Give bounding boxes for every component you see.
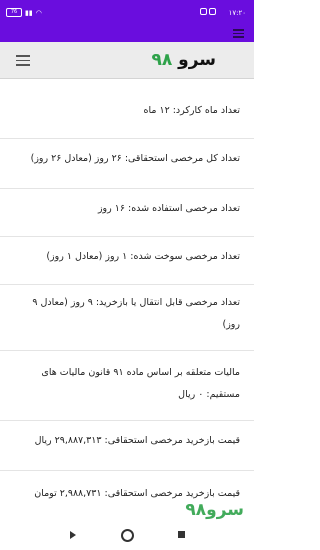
status-left-icons: 76 ▮▮ ◠ — [6, 8, 42, 17]
divider — [0, 470, 254, 471]
app-notification-icon — [209, 8, 216, 15]
app-notification-icon — [200, 8, 207, 15]
result-list: تعداد ماه کارکرد: ۱۲ ماه تعداد کل مرخصی … — [0, 80, 254, 520]
battery-icon: 76 — [6, 8, 22, 17]
notification-icons — [200, 8, 216, 15]
hamburger-menu-icon[interactable] — [16, 55, 30, 69]
status-time: ۱۷:۲۰ — [228, 9, 246, 17]
list-item: قیمت بازخرید مرخصی استحقاقی: ۲۹,۸۸۷,۳۱۳ … — [34, 435, 240, 446]
wifi-icon: ◠ — [35, 8, 42, 17]
menu-icon[interactable] — [233, 29, 244, 40]
divider — [0, 350, 254, 351]
list-item: تعداد کل مرخصی استحقاقی: ۲۶ روز (معادل ۲… — [30, 153, 240, 164]
list-item: تعداد ماه کارکرد: ۱۲ ماه — [143, 105, 240, 116]
status-bar: 76 ▮▮ ◠ ۱۷:۲۰ — [0, 0, 254, 26]
back-icon[interactable] — [70, 531, 76, 539]
list-item: مالیات متعلقه بر اساس ماده ۹۱ قانون مالی… — [41, 367, 240, 400]
list-item: تعداد مرخصی استفاده شده: ۱۶ روز — [97, 203, 240, 214]
browser-bar — [0, 26, 254, 42]
divider — [0, 188, 254, 189]
signal-icon: ▮▮ — [25, 8, 33, 17]
divider — [0, 420, 254, 421]
app-header: سرو ۹۸ — [0, 42, 254, 79]
divider — [0, 138, 254, 139]
divider — [0, 236, 254, 237]
divider — [0, 284, 254, 285]
list-item: تعداد مرخصی سوخت شده: ۱ روز (معادل ۱ روز… — [46, 251, 240, 262]
home-icon[interactable] — [121, 529, 134, 542]
android-nav-bar — [0, 520, 254, 550]
logo-number: ۹۸ — [151, 50, 173, 70]
logo-text: سرو — [178, 50, 216, 70]
watermark-logo: سرو۹۸ — [185, 500, 244, 520]
list-item: تعداد مرخصی قابل انتقال یا بازخرید: ۹ رو… — [32, 297, 240, 330]
recent-apps-icon[interactable] — [178, 531, 185, 538]
site-logo[interactable]: سرو ۹۸ — [151, 50, 216, 70]
